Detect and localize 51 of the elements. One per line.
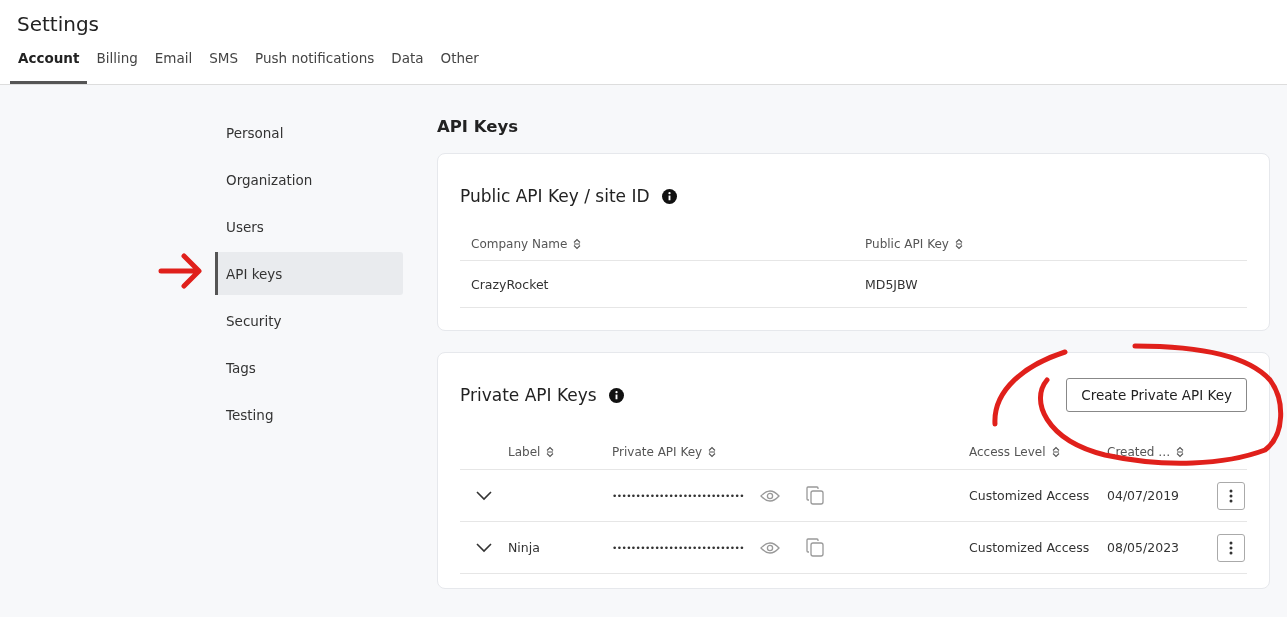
table-cell-text: 04/07/2019 [1107,487,1181,505]
table-cell: Ninja [508,540,540,555]
table-cell-text: MD5JBW [864,275,919,294]
info-icon [661,188,677,204]
annotation-arrow-drawing [158,253,202,289]
tab[interactable]: Data [383,50,432,84]
kebab-icon[interactable] [1229,540,1233,555]
column-header: Private API Key [612,445,703,459]
eye-icon[interactable] [759,540,780,555]
eye-icon[interactable] [759,488,780,503]
sidebar-item[interactable]: Organization [215,158,403,201]
masked-key: •••••••••••••••••••••••••••• [612,490,744,501]
page-title: Settings [16,12,101,36]
column-header: Label [508,445,541,459]
copy-icon[interactable] [805,538,824,557]
sort-icon[interactable] [546,446,555,458]
sidebar-item[interactable]: Personal [215,111,403,154]
tab[interactable]: Other [432,50,487,84]
card-title: Public API Key / site ID [460,186,650,206]
column-header: Access Level [969,445,1046,459]
table-cell-text: CrazyRocket [470,275,550,294]
table-cell-text: 08/05/2023 [1107,539,1181,557]
tab[interactable]: Push notifications [247,50,383,84]
card-title: Private API Keys [460,385,597,405]
create-key-button[interactable]: Create Private API Key [1066,378,1247,412]
sidebar-item[interactable]: Security [215,299,403,342]
tab[interactable]: Billing [88,50,146,84]
sidebar-item[interactable]: Testing [215,393,403,436]
kebab-icon[interactable] [1229,488,1233,503]
tab[interactable]: SMS [201,50,247,84]
tab[interactable]: Email [146,50,201,84]
section-heading: API Keys [437,117,519,136]
column-header: Created … [1107,445,1171,459]
sidebar-item[interactable]: Tags [215,346,403,389]
info-icon [608,387,624,403]
column-header: Company Name [471,237,568,251]
sort-icon[interactable] [1176,446,1185,458]
chevron-icon[interactable] [476,490,492,501]
table-cell-text: Customized Access [969,539,1091,557]
masked-key: •••••••••••••••••••••••••••• [612,542,744,553]
chevron-icon[interactable] [476,542,492,553]
tab[interactable]: Account [10,50,88,84]
copy-icon[interactable] [805,486,824,505]
sort-icon[interactable] [954,238,963,250]
sidebar-item[interactable]: Users [215,205,403,248]
sort-icon[interactable] [708,446,717,458]
sort-icon[interactable] [573,238,582,250]
sort-icon[interactable] [1051,446,1060,458]
column-header: Public API Key [865,237,949,251]
table-cell-text: Customized Access [969,487,1091,505]
sidebar-item[interactable]: API keys [215,252,403,295]
